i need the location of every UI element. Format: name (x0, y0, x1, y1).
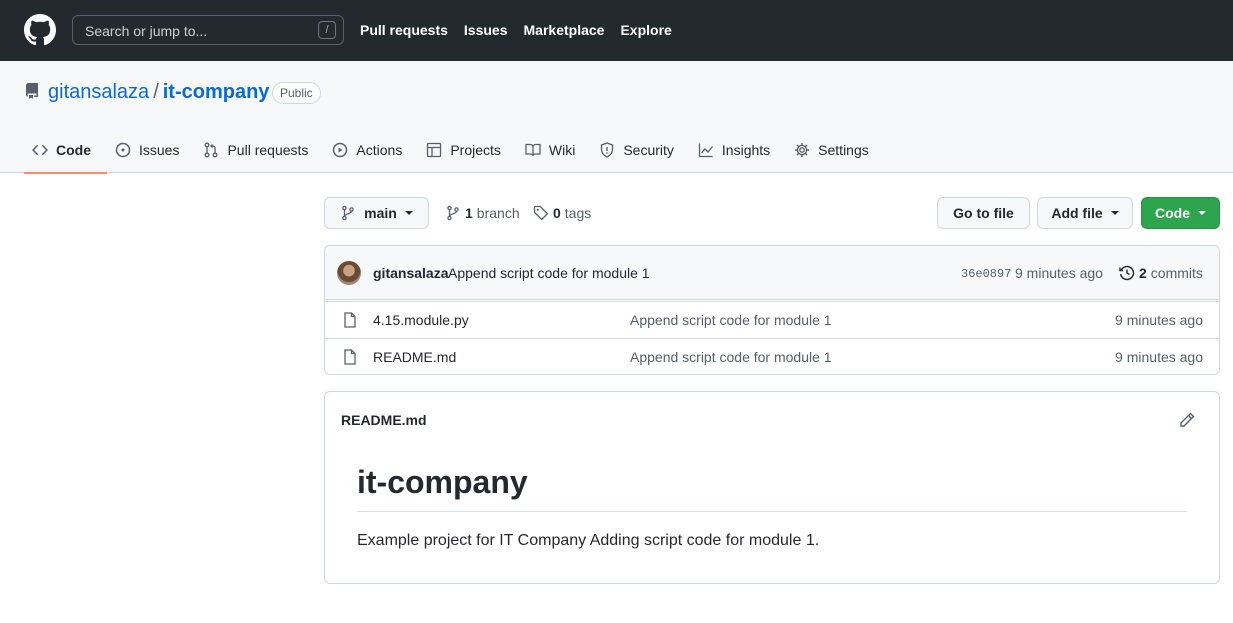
nav-pull-requests[interactable]: Pull requests (360, 22, 448, 38)
pull-request-icon (205, 142, 218, 158)
tab-pull-requests[interactable]: Pull requests (195, 127, 316, 173)
tab-label: Code (56, 142, 91, 158)
tab-label: Settings (818, 142, 869, 158)
commit-author-link[interactable]: gitansalaza (373, 265, 448, 281)
book-icon (525, 143, 541, 157)
tag-count: 0 (553, 205, 561, 221)
table-row: 4.15.module.py Append script code for mo… (325, 301, 1219, 338)
history-icon (1119, 265, 1135, 281)
gear-icon (795, 143, 810, 157)
table-row: README.md Append script code for module … (325, 338, 1219, 374)
branches-link[interactable]: 1 branch (445, 205, 520, 221)
nav-issues[interactable]: Issues (464, 22, 508, 38)
git-branch-icon (342, 205, 354, 221)
tab-label: Issues (139, 142, 180, 158)
commits-link[interactable]: 2 commits (1119, 265, 1203, 281)
repo-name-link[interactable]: it-company (163, 81, 270, 103)
branch-select-button[interactable]: main (324, 197, 429, 229)
tags-link[interactable]: 0 tags (533, 205, 591, 221)
nav-marketplace[interactable]: Marketplace (524, 22, 605, 38)
table-icon (427, 142, 442, 158)
commit-sha-link[interactable]: 36e0897 (961, 267, 1011, 281)
tab-projects[interactable]: Projects (418, 127, 509, 173)
add-file-button[interactable]: Add file (1037, 197, 1133, 229)
readme-heading: it-company (357, 464, 1187, 512)
github-logo-icon[interactable] (24, 14, 56, 46)
commit-count-label: commits (1150, 265, 1203, 281)
shield-icon (601, 142, 614, 158)
file-commit-time: 9 minutes ago (1115, 312, 1203, 328)
file-commit-time: 9 minutes ago (1115, 349, 1203, 365)
file-name-link[interactable]: 4.15.module.py (373, 312, 469, 328)
issue-icon (115, 142, 131, 158)
chevron-down-icon (1198, 211, 1206, 215)
file-name-link[interactable]: README.md (373, 349, 456, 365)
file-icon (344, 349, 356, 365)
tab-settings[interactable]: Settings (786, 127, 877, 173)
tab-label: Wiki (548, 142, 576, 158)
repo-owner-link[interactable]: gitansalaza (48, 81, 149, 103)
search-shortcut-badge: / (318, 21, 336, 39)
tag-icon (533, 205, 549, 221)
tab-insights[interactable]: Insights (690, 127, 778, 173)
graph-icon (698, 143, 713, 158)
repo-icon (25, 83, 38, 99)
tab-issues[interactable]: Issues (107, 127, 187, 173)
tab-label: Actions (356, 142, 403, 158)
readme-panel: README.md it-company Example project for… (324, 391, 1220, 584)
search-placeholder: Search or jump to... (85, 23, 208, 39)
search-input[interactable]: Search or jump to... / (72, 15, 344, 45)
code-button-label: Code (1155, 205, 1190, 221)
file-icon (344, 312, 356, 328)
tab-label: Insights (721, 142, 771, 158)
commit-count: 2 (1139, 265, 1147, 281)
file-browser: gitansalaza Append script code for modul… (324, 245, 1220, 375)
global-header: Search or jump to... / Pull requests Iss… (0, 0, 1233, 61)
tab-actions[interactable]: Actions (324, 127, 410, 173)
branch-count: 1 (465, 205, 473, 221)
go-to-file-button[interactable]: Go to file (937, 197, 1030, 229)
branch-label: branch (476, 205, 520, 221)
repo-header: gitansalaza / it-company Public Code Issue… (0, 61, 1233, 174)
chevron-down-icon (1110, 211, 1119, 215)
tab-code[interactable]: Code (24, 127, 107, 174)
tab-security[interactable]: Security (591, 127, 682, 173)
branch-name: main (364, 205, 397, 221)
repo-tabs: Code Issues Pull requests Actions Projec… (24, 127, 885, 174)
readme-filename: README.md (341, 412, 427, 428)
global-nav: Pull requests Issues Marketplace Explore (360, 22, 672, 38)
pencil-icon[interactable] (1179, 412, 1195, 428)
repo-breadcrumb: gitansalaza / it-company (48, 81, 269, 104)
latest-commit-bar: gitansalaza Append script code for modul… (325, 246, 1219, 300)
tag-label: tags (564, 205, 592, 221)
play-icon (333, 142, 348, 158)
visibility-badge: Public (272, 82, 321, 104)
avatar[interactable] (337, 261, 361, 285)
tab-label: Security (623, 142, 674, 158)
chevron-down-icon (404, 211, 413, 215)
commit-message-link[interactable]: Append script code for module 1 (448, 265, 650, 281)
git-branch-icon (447, 205, 459, 221)
breadcrumb-separator: / (153, 81, 159, 103)
code-button[interactable]: Code (1141, 197, 1220, 229)
nav-explore[interactable]: Explore (620, 22, 671, 38)
file-commit-message-link[interactable]: Append script code for module 1 (630, 312, 832, 328)
readme-body: Example project for IT Company Adding sc… (357, 532, 820, 549)
commit-time: 9 minutes ago (1015, 265, 1103, 281)
tab-label: Pull requests (227, 142, 309, 158)
tab-label: Projects (450, 142, 501, 158)
file-commit-message-link[interactable]: Append script code for module 1 (630, 349, 832, 365)
add-file-label: Add file (1051, 205, 1103, 221)
code-icon (32, 144, 48, 156)
tab-wiki[interactable]: Wiki (517, 127, 583, 173)
